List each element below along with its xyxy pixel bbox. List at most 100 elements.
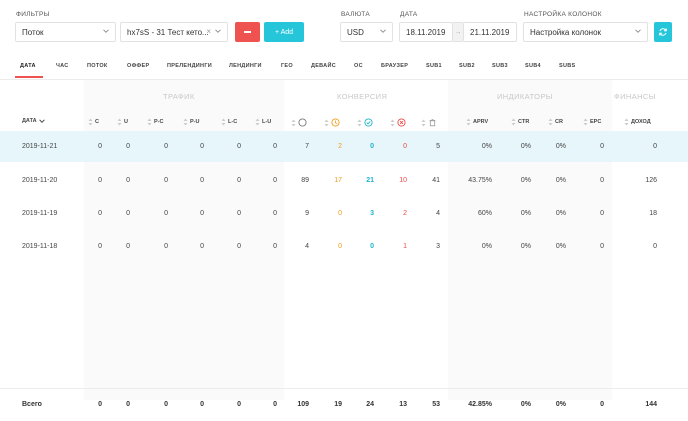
column-header-u[interactable]: U xyxy=(117,118,128,126)
tab-sub2[interactable]: SUB2 xyxy=(459,63,475,69)
cell-cr: 0% xyxy=(555,177,566,184)
group-indicators-label: ИНДИКАТОРЫ xyxy=(497,92,553,101)
cell-total: 109 xyxy=(297,401,309,408)
cell-epc: 0 xyxy=(600,210,604,217)
cell-aprv: 42.85% xyxy=(468,401,492,408)
cell-hold: 0 xyxy=(338,210,342,217)
cell-trash: 5 xyxy=(436,143,440,150)
cell-pu: 0 xyxy=(200,401,204,408)
column-header-label: APRV xyxy=(473,119,489,125)
cell-epc: 0 xyxy=(600,243,604,250)
tab-оффер[interactable]: ОФФЕР xyxy=(127,63,149,69)
totals-label: Всего xyxy=(22,401,42,408)
column-header-approved[interactable] xyxy=(357,118,373,127)
tab-дата[interactable]: ДАТА xyxy=(20,63,36,69)
filter-type-select[interactable]: Поток xyxy=(15,22,116,42)
sort-icon xyxy=(255,118,260,126)
columns-select[interactable]: Настройка колонок xyxy=(523,22,648,42)
sort-icon xyxy=(324,119,329,127)
column-header-date[interactable]: ДАТА xyxy=(22,118,45,124)
row-date: 2019-11-20 xyxy=(22,177,58,184)
cell-u: 0 xyxy=(126,401,130,408)
date-from-value: 18.11.2019 xyxy=(406,27,446,37)
row-date: 2019-11-21 xyxy=(22,143,58,150)
tab-гео[interactable]: ГЕО xyxy=(281,63,293,69)
column-header-lu[interactable]: L-U xyxy=(255,118,271,126)
filter-flow-select[interactable]: hx7sS - 31 Тест кето... × xyxy=(120,22,228,42)
tab-sub3[interactable]: SUB3 xyxy=(492,63,508,69)
cell-cr: 0% xyxy=(555,243,566,250)
approved-check-icon xyxy=(364,118,373,127)
cell-aprv: 0% xyxy=(481,143,492,150)
cell-pu: 0 xyxy=(200,143,204,150)
tab-девайс[interactable]: ДЕВАЙС xyxy=(311,63,336,69)
column-header-rejected[interactable] xyxy=(390,118,406,127)
tab-прелендинги[interactable]: ПРЕЛЕНДИНГИ xyxy=(167,63,212,69)
clear-icon[interactable]: × xyxy=(206,27,211,36)
cell-ctr: 0% xyxy=(520,401,531,408)
column-header-lc[interactable]: L-C xyxy=(221,118,237,126)
date-from-input[interactable]: 18.11.2019 xyxy=(399,22,453,42)
cell-hold: 2 xyxy=(338,143,342,150)
cell-pu: 0 xyxy=(200,243,204,250)
tab-sub4[interactable]: SUB4 xyxy=(525,63,541,69)
tab-поток[interactable]: ПОТОК xyxy=(87,63,108,69)
cell-ctr: 0% xyxy=(520,143,531,150)
column-header-label: P-C xyxy=(154,119,164,125)
column-header-label: CR xyxy=(555,119,563,125)
columns-label: НАСТРОЙКА КОЛОНОК xyxy=(524,11,602,18)
row-date: 2019-11-19 xyxy=(22,210,58,217)
group-traffic-label: ТРАФИК xyxy=(163,92,195,101)
column-header-total[interactable] xyxy=(291,118,307,127)
cell-cr: 0% xyxy=(555,401,566,408)
tab-subs[interactable]: SUBS xyxy=(559,63,575,69)
cell-cr: 0% xyxy=(555,210,566,217)
sort-icon xyxy=(88,118,93,126)
cell-c: 0 xyxy=(98,243,102,250)
refresh-button[interactable] xyxy=(654,22,672,42)
column-header-aprv[interactable]: APRV xyxy=(466,118,488,126)
chevron-down-icon xyxy=(215,28,221,34)
cell-lu: 0 xyxy=(273,243,277,250)
column-header-epc[interactable]: EPC xyxy=(583,118,601,126)
cell-u: 0 xyxy=(126,210,130,217)
sort-icon xyxy=(291,119,296,127)
tab-sub1[interactable]: SUB1 xyxy=(426,63,442,69)
cell-pc: 0 xyxy=(164,210,168,217)
chevron-down-icon xyxy=(380,28,386,34)
column-header-pu[interactable]: P-U xyxy=(183,118,199,126)
column-header-label: CTR xyxy=(518,119,530,125)
cell-approved: 0 xyxy=(370,143,374,150)
remove-filter-button[interactable] xyxy=(235,22,260,42)
column-header-label: L-U xyxy=(262,119,272,125)
tab-браузер[interactable]: БРАУЗЕР xyxy=(381,63,408,69)
tab-ос[interactable]: ОС xyxy=(354,63,363,69)
date-to-input[interactable]: 21.11.2019 xyxy=(463,22,517,42)
date-to-value: 21.11.2019 xyxy=(470,27,510,37)
column-header-c[interactable]: C xyxy=(88,118,99,126)
add-filter-button[interactable]: + Add xyxy=(264,22,304,42)
cell-cr: 0% xyxy=(555,143,566,150)
cell-lc: 0 xyxy=(237,177,241,184)
column-header-trash[interactable] xyxy=(421,118,437,127)
cell-approved: 0 xyxy=(370,243,374,250)
tab-лендинги[interactable]: ЛЕНДИНГИ xyxy=(229,63,262,69)
column-header-income[interactable]: ДОХОД xyxy=(624,118,651,126)
cell-lu: 0 xyxy=(273,401,277,408)
sort-icon xyxy=(221,118,226,126)
column-header-ctr[interactable]: CTR xyxy=(511,118,529,126)
cell-approved: 3 xyxy=(370,210,374,217)
sort-icon xyxy=(357,119,362,127)
tab-час[interactable]: ЧАС xyxy=(56,63,69,69)
rejected-x-icon xyxy=(397,118,406,127)
minus-icon xyxy=(244,31,251,33)
cell-hold: 0 xyxy=(338,243,342,250)
cell-income: 0 xyxy=(653,143,657,150)
chevron-down-icon xyxy=(635,28,641,34)
cell-c: 0 xyxy=(98,401,102,408)
column-header-pc[interactable]: P-C xyxy=(147,118,163,126)
currency-value: USD xyxy=(347,27,364,37)
currency-select[interactable]: USD xyxy=(340,22,393,42)
column-header-hold[interactable] xyxy=(324,118,340,127)
column-header-cr[interactable]: CR xyxy=(548,118,563,126)
